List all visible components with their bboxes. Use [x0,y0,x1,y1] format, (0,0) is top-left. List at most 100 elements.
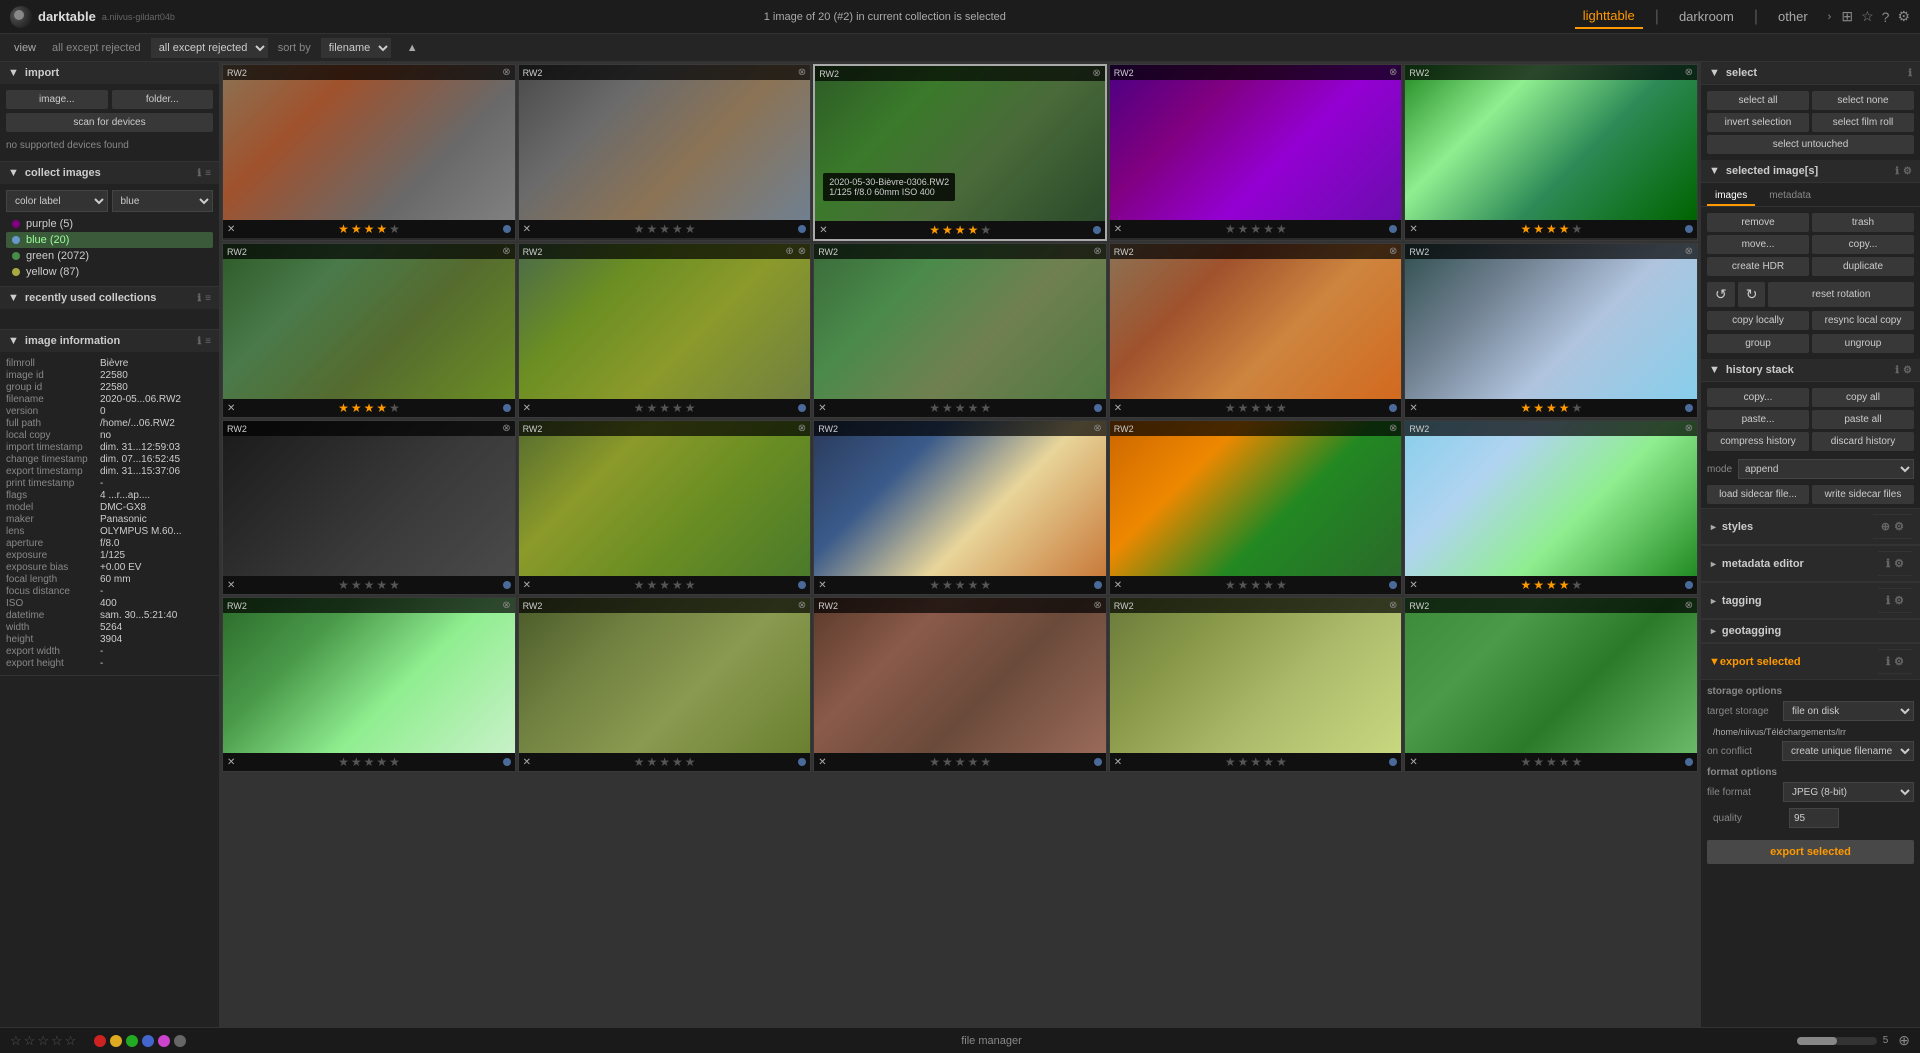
tagging-info-icon[interactable]: ℹ [1886,594,1890,607]
photo-remove-btn-10[interactable]: ✕ [1409,403,1417,414]
view-btn[interactable]: view [8,40,42,56]
collect-info-icon[interactable]: ℹ [197,168,201,179]
history-copy-all-btn[interactable]: copy all [1812,388,1914,407]
photo-remove-btn-5[interactable]: ✕ [1409,224,1417,235]
copy-btn[interactable]: copy... [1812,235,1914,254]
photo-star-6-1[interactable]: ★ [338,401,349,415]
photo-star-5-3[interactable]: ★ [1546,222,1557,236]
history-menu-icon[interactable]: ⚙ [1903,365,1912,376]
photo-star-18-4[interactable]: ★ [968,755,979,769]
recently-info-icon[interactable]: ℹ [197,293,201,304]
status-dot-gray[interactable] [174,1035,186,1047]
color-item-yellow[interactable]: yellow (87) [6,264,213,280]
photo-cell-18[interactable]: RW2⊗✕★★★★★ [813,597,1107,772]
photo-reject-icon-2[interactable]: ⊗ [798,67,806,78]
load-sidecar-btn[interactable]: load sidecar file... [1707,485,1809,504]
invert-selection-btn[interactable]: invert selection [1707,113,1809,132]
photo-star-2-2[interactable]: ★ [646,222,657,236]
sortby-select[interactable]: filename [321,38,391,58]
photo-star-5-1[interactable]: ★ [1520,222,1531,236]
copy-locally-btn[interactable]: copy locally [1707,311,1809,330]
select-header[interactable]: ▼ select ℹ [1701,62,1920,85]
select-none-btn[interactable]: select none [1812,91,1914,110]
photo-star-5-5[interactable]: ★ [1572,222,1583,236]
photo-reject-icon-1[interactable]: ⊗ [502,67,510,78]
status-dot-red[interactable] [94,1035,106,1047]
photo-star-1-2[interactable]: ★ [351,222,362,236]
trash-btn[interactable]: trash [1812,213,1914,232]
color-item-blue[interactable]: blue (20) [6,232,213,248]
photo-star-15-3[interactable]: ★ [1546,578,1557,592]
photo-cell-7[interactable]: RW2⊕⊗✕★★★★★ [518,243,812,418]
status-star-4[interactable]: ☆ [51,1033,63,1049]
photo-star-20-2[interactable]: ★ [1533,755,1544,769]
photo-star-4-5[interactable]: ★ [1276,222,1287,236]
photo-star-8-5[interactable]: ★ [980,401,991,415]
nav-chevron[interactable]: › [1828,11,1832,23]
photo-star-7-5[interactable]: ★ [685,401,696,415]
photo-star-17-3[interactable]: ★ [659,755,670,769]
photo-remove-btn-13[interactable]: ✕ [818,580,826,591]
photo-cell-20[interactable]: RW2⊗✕★★★★★ [1404,597,1698,772]
photo-remove-btn-6[interactable]: ✕ [227,403,235,414]
photo-star-1-4[interactable]: ★ [376,222,387,236]
photo-star-18-1[interactable]: ★ [929,755,940,769]
photo-remove-btn-14[interactable]: ✕ [1114,580,1122,591]
photo-star-11-3[interactable]: ★ [364,578,375,592]
photo-star-12-3[interactable]: ★ [659,578,670,592]
photo-star-19-1[interactable]: ★ [1225,755,1236,769]
file-format-select[interactable]: JPEG (8-bit) [1783,782,1914,802]
nav-other[interactable]: other [1770,5,1816,28]
photo-star-18-3[interactable]: ★ [955,755,966,769]
photo-star-10-2[interactable]: ★ [1533,401,1544,415]
photo-reject-icon-17[interactable]: ⊗ [798,600,806,611]
photo-star-12-4[interactable]: ★ [672,578,683,592]
photo-star-17-4[interactable]: ★ [672,755,683,769]
photo-star-3-2[interactable]: ★ [942,223,953,237]
group-btn[interactable]: group [1707,334,1809,353]
create-hdr-btn[interactable]: create HDR [1707,257,1809,276]
status-star-5[interactable]: ☆ [65,1033,77,1049]
photo-star-8-2[interactable]: ★ [942,401,953,415]
photo-star-18-5[interactable]: ★ [980,755,991,769]
photo-reject-icon-10[interactable]: ⊗ [1685,246,1693,257]
photo-remove-btn-19[interactable]: ✕ [1114,757,1122,768]
nav-darkroom[interactable]: darkroom [1671,5,1742,28]
photo-reject-icon-20[interactable]: ⊗ [1685,600,1693,611]
photo-star-1-3[interactable]: ★ [364,222,375,236]
tagging-header[interactable]: ► tagging ℹ ⚙ [1701,582,1920,619]
photo-star-8-3[interactable]: ★ [955,401,966,415]
export-info-icon[interactable]: ℹ [1886,655,1890,668]
info-icon[interactable]: ℹ [197,336,201,347]
photo-star-5-2[interactable]: ★ [1533,222,1544,236]
photo-reject-icon-11[interactable]: ⊗ [502,423,510,434]
target-storage-select[interactable]: file on disk [1783,701,1914,721]
rotate-ccw-btn[interactable]: ↺ [1707,282,1735,307]
image-import-btn[interactable]: image... [6,90,108,109]
photo-star-10-4[interactable]: ★ [1559,401,1570,415]
photo-star-17-1[interactable]: ★ [634,755,645,769]
photo-star-6-3[interactable]: ★ [364,401,375,415]
photo-star-15-4[interactable]: ★ [1559,578,1570,592]
status-dot-green[interactable] [126,1035,138,1047]
status-star-1[interactable]: ☆ [10,1033,22,1049]
styles-menu-icon[interactable]: ⚙ [1894,520,1904,533]
photo-remove-btn-16[interactable]: ✕ [227,757,235,768]
photo-star-3-5[interactable]: ★ [980,223,991,237]
star-icon[interactable]: ☆ [1861,8,1874,25]
photo-star-9-3[interactable]: ★ [1250,401,1261,415]
photo-star-16-3[interactable]: ★ [364,755,375,769]
photo-star-4-1[interactable]: ★ [1225,222,1236,236]
photo-cell-16[interactable]: RW2⊗✕★★★★★ [222,597,516,772]
photo-star-17-2[interactable]: ★ [646,755,657,769]
photo-star-6-2[interactable]: ★ [351,401,362,415]
rotate-cw-btn[interactable]: ↻ [1738,282,1766,307]
photo-star-11-4[interactable]: ★ [376,578,387,592]
photo-remove-btn-8[interactable]: ✕ [818,403,826,414]
photo-star-4-4[interactable]: ★ [1263,222,1274,236]
status-dot-blue[interactable] [142,1035,154,1047]
styles-header[interactable]: ► styles ⊕ ⚙ [1701,508,1920,545]
history-copy-btn[interactable]: copy... [1707,388,1809,407]
status-dot-purple[interactable] [158,1035,170,1047]
photo-star-2-3[interactable]: ★ [659,222,670,236]
